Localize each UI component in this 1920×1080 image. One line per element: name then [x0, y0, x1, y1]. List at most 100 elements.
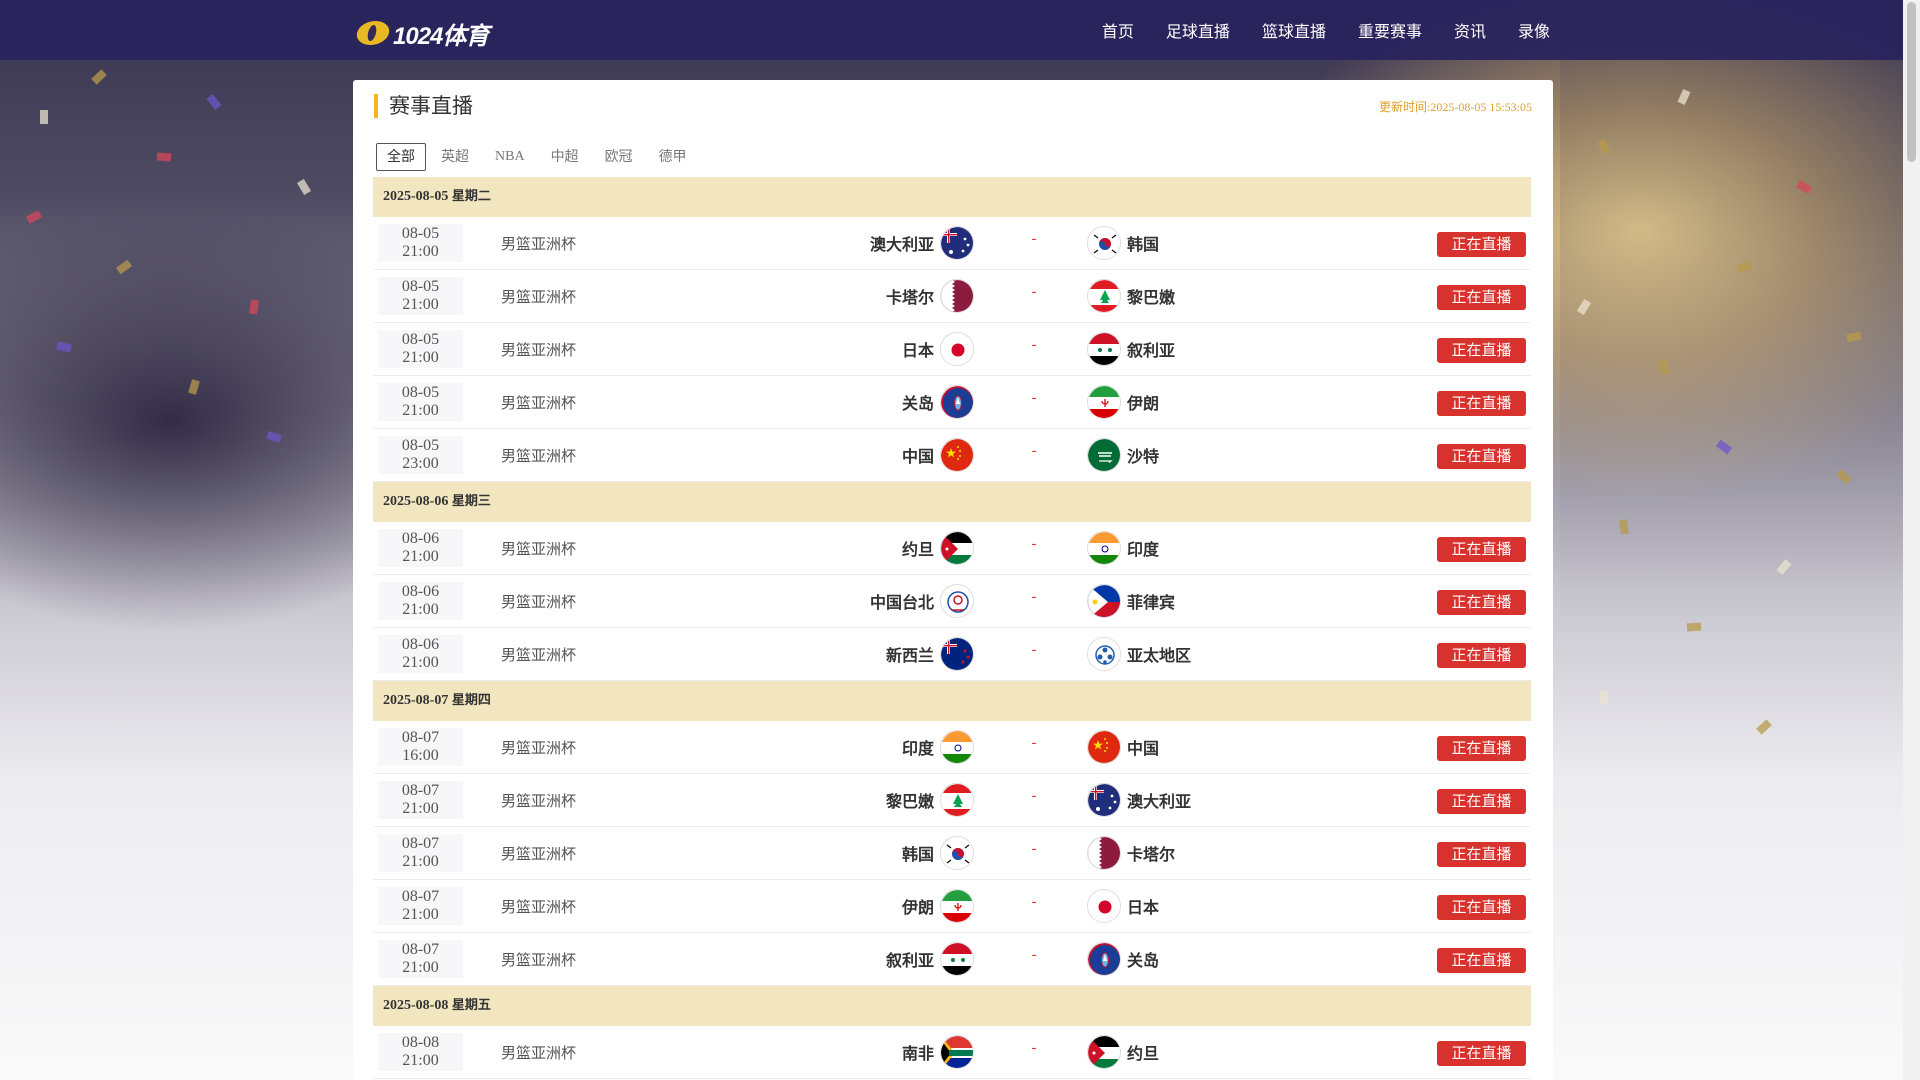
filter-tab[interactable]: 英超 [430, 143, 480, 171]
away-team-name: 菲律宾 [1127, 593, 1176, 612]
live-button[interactable]: 正在直播 [1437, 444, 1526, 469]
live-button[interactable]: 正在直播 [1437, 391, 1526, 416]
home-team-name: 韩国 [901, 845, 934, 864]
home-team-flag-icon [940, 584, 974, 618]
away-team-flag-icon [1087, 730, 1121, 764]
match-row[interactable]: 08-06 21:00 男篮亚洲杯 约旦 - 印度 正在直播 [373, 522, 1531, 575]
league-name: 男篮亚洲杯 [501, 1044, 577, 1062]
away-team-flag-icon [1087, 1035, 1121, 1069]
match-date: 08-07 [401, 782, 440, 799]
vs-separator: - [1031, 1040, 1037, 1056]
live-button[interactable]: 正在直播 [1437, 736, 1526, 761]
live-button[interactable]: 正在直播 [1437, 948, 1526, 973]
match-time: 08-06 21:00 [378, 529, 463, 567]
live-button[interactable]: 正在直播 [1437, 537, 1526, 562]
league-name: 男篮亚洲杯 [501, 447, 577, 465]
nav-item[interactable]: 重要赛事 [1358, 18, 1422, 42]
match-row[interactable]: 08-05 21:00 男篮亚洲杯 卡塔尔 - 黎巴嫩 正在直播 [373, 270, 1531, 323]
scrollbar-thumb[interactable] [1907, 2, 1916, 162]
date-header-date: 2025-08-08 [383, 998, 449, 1013]
live-button[interactable]: 正在直播 [1437, 1041, 1526, 1066]
match-row[interactable]: 08-08 21:00 男篮亚洲杯 南非 - 约旦 正在直播 [373, 1026, 1531, 1079]
match-row[interactable]: 08-07 21:00 男篮亚洲杯 伊朗 - 日本 正在直播 [373, 880, 1531, 933]
match-clock: 21:00 [402, 959, 439, 976]
league-name: 男篮亚洲杯 [501, 951, 577, 969]
league-name: 男篮亚洲杯 [501, 792, 577, 810]
match-clock: 21:00 [402, 654, 439, 671]
vs-separator: - [1031, 231, 1037, 247]
league-filter-tabs: 全部 英超 NBA 中超 欧冠 德甲 [376, 143, 698, 171]
nav-item[interactable]: 首页 [1102, 18, 1134, 42]
match-row[interactable]: 08-05 21:00 男篮亚洲杯 日本 - 叙利亚 正在直播 [373, 323, 1531, 376]
live-button[interactable]: 正在直播 [1437, 338, 1526, 363]
site-logo[interactable]: 1024体育 [354, 18, 489, 50]
filter-tab[interactable]: 德甲 [648, 143, 698, 171]
match-list: 2025-08-05 星期二 08-05 21:00 男篮亚洲杯 澳大利亚 - 韩国 正在直播… [373, 177, 1531, 1079]
match-time: 08-07 21:00 [378, 781, 463, 819]
league-name: 男篮亚洲杯 [501, 593, 577, 611]
match-row[interactable]: 08-07 21:00 男篮亚洲杯 叙利亚 - 关岛 正在直播 [373, 933, 1531, 986]
match-row[interactable]: 08-06 21:00 男篮亚洲杯 中国台北 - 菲律宾 正在直播 [373, 575, 1531, 628]
match-time: 08-05 21:00 [378, 383, 463, 421]
match-row[interactable]: 08-07 21:00 男篮亚洲杯 黎巴嫩 - 澳大利亚 正在直播 [373, 774, 1531, 827]
date-header-weekday: 星期二 [451, 189, 491, 204]
match-clock: 21:00 [402, 402, 439, 419]
vs-separator: - [1031, 894, 1037, 910]
home-team-flag-icon [940, 836, 974, 870]
date-header-date: 2025-08-06 [383, 494, 449, 509]
nav-item[interactable]: 篮球直播 [1262, 18, 1326, 42]
away-team-name: 亚太地区 [1127, 646, 1192, 665]
match-row[interactable]: 08-06 21:00 男篮亚洲杯 新西兰 - 亚太地区 正在直播 [373, 628, 1531, 681]
match-date: 08-08 [401, 1034, 440, 1051]
nav-item[interactable]: 足球直播 [1166, 18, 1230, 42]
filter-tab[interactable]: 全部 [376, 143, 426, 171]
live-button[interactable]: 正在直播 [1437, 789, 1526, 814]
league-name: 男篮亚洲杯 [501, 646, 577, 664]
away-team-flag-icon [1087, 332, 1121, 366]
filter-tab[interactable]: 中超 [540, 143, 590, 171]
filter-tab[interactable]: 欧冠 [594, 143, 644, 171]
league-name: 男篮亚洲杯 [501, 394, 577, 412]
match-date: 08-05 [401, 384, 440, 401]
update-time: 更新时间:2025-08-05 15:53:05 [1379, 98, 1532, 115]
vs-separator: - [1031, 642, 1037, 658]
nav-item[interactable]: 资讯 [1454, 18, 1486, 42]
match-clock: 21:00 [402, 601, 439, 618]
match-date: 08-07 [401, 888, 440, 905]
league-name: 男篮亚洲杯 [501, 235, 577, 253]
match-date: 08-05 [401, 278, 440, 295]
home-team-name: 叙利亚 [885, 951, 934, 970]
confetti-piece [156, 152, 172, 162]
filter-tab[interactable]: NBA [484, 143, 536, 171]
logo-icon [354, 21, 392, 45]
live-button[interactable]: 正在直播 [1437, 285, 1526, 310]
match-date: 08-06 [401, 530, 440, 547]
main-nav: 首页 足球直播 篮球直播 重要赛事 资讯 录像 [1070, 18, 1550, 42]
match-row[interactable]: 08-05 23:00 男篮亚洲杯 中国 - 沙特 正在直播 [373, 429, 1531, 482]
confetti-piece [1686, 622, 1702, 632]
league-name: 男篮亚洲杯 [501, 898, 577, 916]
live-button[interactable]: 正在直播 [1437, 232, 1526, 257]
date-header-weekday: 星期四 [451, 693, 491, 708]
home-team-flag-icon [940, 889, 974, 923]
match-time: 08-07 21:00 [378, 834, 463, 872]
match-row[interactable]: 08-07 16:00 男篮亚洲杯 印度 - 中国 正在直播 [373, 721, 1531, 774]
match-date: 08-05 [401, 331, 440, 348]
league-name: 男篮亚洲杯 [501, 341, 577, 359]
live-button[interactable]: 正在直播 [1437, 590, 1526, 615]
live-button[interactable]: 正在直播 [1437, 643, 1526, 668]
match-row[interactable]: 08-05 21:00 男篮亚洲杯 关岛 - 伊朗 正在直播 [373, 376, 1531, 429]
match-date: 08-05 [401, 437, 440, 454]
match-date: 08-06 [401, 636, 440, 653]
live-button[interactable]: 正在直播 [1437, 842, 1526, 867]
away-team-flag-icon [1087, 385, 1121, 419]
date-header: 2025-08-06 星期三 [373, 482, 1531, 522]
match-row[interactable]: 08-05 21:00 男篮亚洲杯 澳大利亚 - 韩国 正在直播 [373, 217, 1531, 270]
match-row[interactable]: 08-07 21:00 男篮亚洲杯 韩国 - 卡塔尔 正在直播 [373, 827, 1531, 880]
live-button[interactable]: 正在直播 [1437, 895, 1526, 920]
home-team-flag-icon [940, 531, 974, 565]
nav-item[interactable]: 录像 [1518, 18, 1550, 42]
scrollbar[interactable] [1903, 0, 1920, 1080]
home-team-name: 伊朗 [901, 898, 934, 917]
match-time: 08-07 21:00 [378, 887, 463, 925]
